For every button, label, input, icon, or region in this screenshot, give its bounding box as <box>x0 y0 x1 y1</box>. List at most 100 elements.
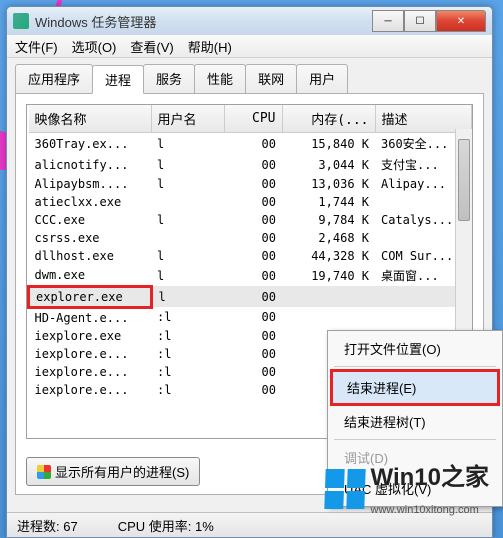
ctx-end-tree[interactable]: 结束进程树(T) <box>330 406 500 437</box>
table-header-row: 映像名称 用户名 CPU 内存(... 描述 <box>29 105 472 133</box>
cell-img: CCC.exe <box>29 211 152 229</box>
shield-icon <box>37 465 51 479</box>
cell-user: l <box>151 211 224 229</box>
col-memory[interactable]: 内存(... <box>282 105 375 133</box>
app-icon <box>13 13 29 29</box>
cell-cpu: 00 <box>224 307 282 327</box>
watermark-brand: Win10 <box>371 464 441 491</box>
scrollbar-thumb[interactable] <box>458 139 470 221</box>
cell-user: :l <box>151 363 224 381</box>
cell-cpu: 00 <box>224 133 282 155</box>
cell-mem: 9,784 K <box>282 211 375 229</box>
table-row[interactable]: dllhost.exel0044,328 KCOM Sur... <box>29 247 472 265</box>
show-all-label: 显示所有用户的进程(S) <box>55 462 189 481</box>
table-row[interactable]: explorer.exel00 <box>29 286 472 307</box>
cell-user: :l <box>151 327 224 345</box>
watermark-url: www.win10xitong.com <box>371 504 479 516</box>
cell-mem: 2,468 K <box>282 229 375 247</box>
cell-img: Alipaybsm.... <box>29 175 152 193</box>
cell-cpu: 00 <box>224 175 282 193</box>
status-process-count: 进程数: 67 <box>17 516 78 535</box>
table-row[interactable]: CCC.exel009,784 KCatalys... <box>29 211 472 229</box>
cell-img: iexplore.e... <box>29 363 152 381</box>
cell-img: iexplore.exe <box>29 327 152 345</box>
menubar: 文件(F) 选项(O) 查看(V) 帮助(H) <box>7 35 492 58</box>
cell-img: iexplore.e... <box>29 345 152 363</box>
tab-performance[interactable]: 性能 <box>194 64 246 93</box>
cell-cpu: 00 <box>224 247 282 265</box>
cell-user: l <box>151 154 224 175</box>
cell-img: HD-Agent.e... <box>29 307 152 327</box>
tab-applications[interactable]: 应用程序 <box>15 64 93 93</box>
cell-img: csrss.exe <box>29 229 152 247</box>
table-row[interactable]: alicnotify...l003,044 K支付宝... <box>29 154 472 175</box>
watermark: Win10之家 www.win10xitong.com <box>325 457 489 520</box>
cell-img: 360Tray.ex... <box>29 133 152 155</box>
cell-user: :l <box>151 345 224 363</box>
cell-user: l <box>151 133 224 155</box>
cell-mem: 44,328 K <box>282 247 375 265</box>
cell-user <box>151 229 224 247</box>
table-row[interactable]: HD-Agent.e...:l00 <box>29 307 472 327</box>
cell-mem: 3,044 K <box>282 154 375 175</box>
maximize-button[interactable]: ☐ <box>404 10 436 32</box>
table-row[interactable]: csrss.exe 002,468 K <box>29 229 472 247</box>
ctx-separator <box>334 439 496 440</box>
tab-services[interactable]: 服务 <box>143 64 195 93</box>
cell-user: l <box>151 247 224 265</box>
cell-cpu: 00 <box>224 211 282 229</box>
cell-img: iexplore.e... <box>29 381 152 399</box>
ctx-open-location[interactable]: 打开文件位置(O) <box>330 333 500 364</box>
cell-cpu: 00 <box>224 193 282 211</box>
cell-img: atieclxx.exe <box>29 193 152 211</box>
table-row[interactable]: atieclxx.exe 001,744 K <box>29 193 472 211</box>
status-cpu-usage: CPU 使用率: 1% <box>118 516 214 535</box>
close-button[interactable]: ✕ <box>436 10 486 32</box>
cell-user: l <box>151 286 224 307</box>
minimize-button[interactable]: ─ <box>372 10 404 32</box>
cell-mem <box>282 286 375 307</box>
table-row[interactable]: dwm.exel0019,740 K桌面窗... <box>29 265 472 286</box>
cell-cpu: 00 <box>224 327 282 345</box>
cell-user: l <box>151 265 224 286</box>
cell-mem: 15,840 K <box>282 133 375 155</box>
cell-cpu: 00 <box>224 381 282 399</box>
cell-cpu: 00 <box>224 345 282 363</box>
cell-cpu: 00 <box>224 363 282 381</box>
tab-processes[interactable]: 进程 <box>92 65 144 94</box>
cell-user: :l <box>151 307 224 327</box>
cell-img: dwm.exe <box>29 265 152 286</box>
window-controls: ─ ☐ ✕ <box>372 10 486 32</box>
windows-logo-icon <box>324 469 365 509</box>
menu-view[interactable]: 查看(V) <box>130 37 173 56</box>
cell-mem: 19,740 K <box>282 265 375 286</box>
cell-img: alicnotify... <box>29 154 152 175</box>
col-cpu[interactable]: CPU <box>224 105 282 133</box>
window-title: Windows 任务管理器 <box>35 12 372 31</box>
tab-bar: 应用程序 进程 服务 性能 联网 用户 <box>7 58 492 93</box>
col-user[interactable]: 用户名 <box>151 105 224 133</box>
tab-networking[interactable]: 联网 <box>245 64 297 93</box>
menu-options[interactable]: 选项(O) <box>72 37 117 56</box>
cell-img: explorer.exe <box>29 286 152 307</box>
tab-users[interactable]: 用户 <box>296 64 348 93</box>
table-row[interactable]: 360Tray.ex...l0015,840 K360安全... <box>29 133 472 155</box>
table-row[interactable]: Alipaybsm....l0013,036 KAlipay... <box>29 175 472 193</box>
cell-user: l <box>151 175 224 193</box>
cell-mem: 13,036 K <box>282 175 375 193</box>
col-image-name[interactable]: 映像名称 <box>29 105 152 133</box>
menu-help[interactable]: 帮助(H) <box>188 37 232 56</box>
titlebar[interactable]: Windows 任务管理器 ─ ☐ ✕ <box>7 7 492 35</box>
cell-img: dllhost.exe <box>29 247 152 265</box>
cell-mem: 1,744 K <box>282 193 375 211</box>
cell-cpu: 00 <box>224 265 282 286</box>
show-all-users-button[interactable]: 显示所有用户的进程(S) <box>26 457 200 486</box>
watermark-suffix: 之家 <box>441 464 489 491</box>
cell-user: :l <box>151 381 224 399</box>
cell-user <box>151 193 224 211</box>
ctx-end-process[interactable]: 结束进程(E) <box>330 369 500 406</box>
ctx-separator <box>334 366 496 367</box>
menu-file[interactable]: 文件(F) <box>15 37 58 56</box>
cell-cpu: 00 <box>224 229 282 247</box>
cell-cpu: 00 <box>224 154 282 175</box>
